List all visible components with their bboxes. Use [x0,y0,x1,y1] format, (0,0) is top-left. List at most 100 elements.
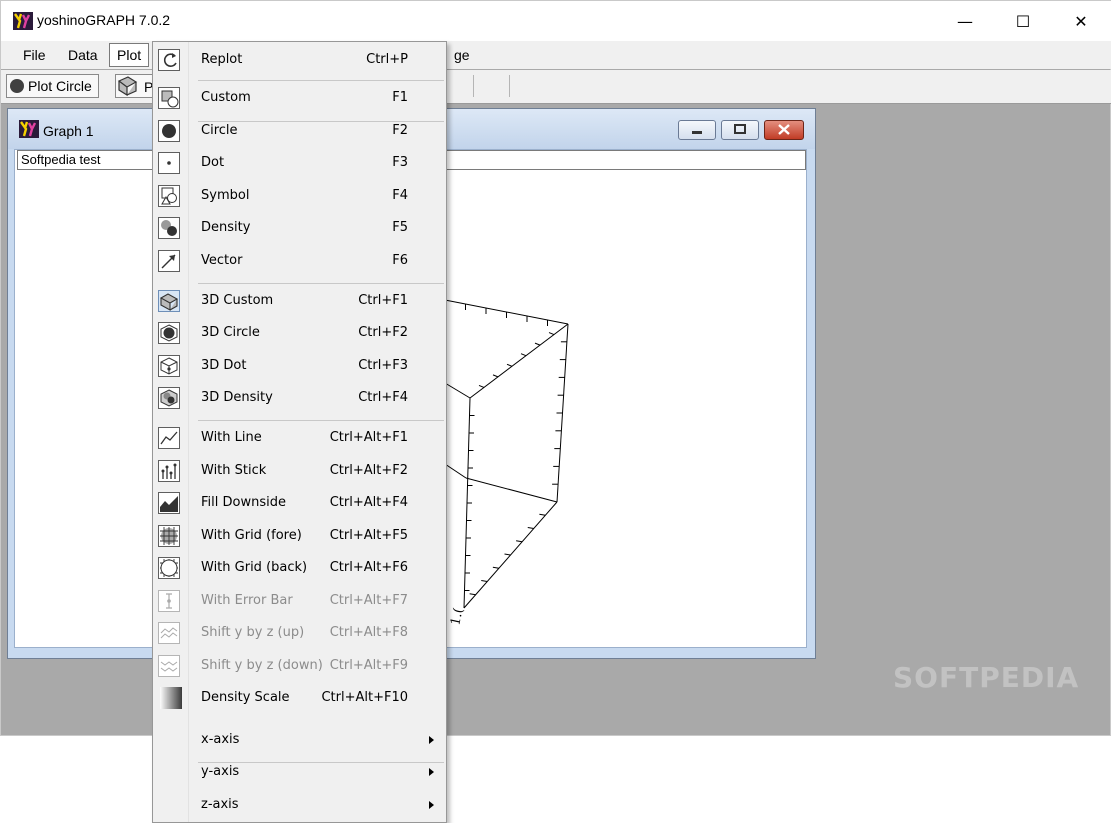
circle-icon [10,79,24,93]
minimize-icon [692,131,702,134]
menu-item-shortcut: Ctrl+F4 [358,390,408,405]
menu-item-density[interactable]: Density F5 [153,212,446,244]
minimize-icon: — [957,11,973,31]
close-icon: ✕ [1074,11,1088,31]
menu-item-label: x-axis [201,732,240,747]
menu-data[interactable]: Data [61,44,105,66]
plot-circle-label: Plot Circle [28,78,92,94]
menu-item-shortcut: Ctrl+Alt+F9 [329,658,408,673]
symbol-plot-icon [158,185,180,207]
with-stick-icon [158,460,180,482]
menu-item-label: Circle [201,123,238,138]
axis-tick [469,593,476,596]
menu-item-3d-custom[interactable]: 3D Custom Ctrl+F1 [153,285,446,317]
menu-separator [198,762,444,763]
menu-item-3d-circle[interactable]: 3D Circle Ctrl+F2 [153,317,446,349]
plot-menu: Replot Ctrl+P Custom F1 Circle F2 Dot F3 Symbol F… [152,41,447,823]
graph-close-button[interactable] [764,120,804,140]
menu-item-density-scale[interactable]: Density Scale Ctrl+Alt+F10 [153,682,446,714]
menu-item-custom[interactable]: Custom F1 [153,82,446,114]
maximize-button[interactable]: ☐ [994,1,1052,41]
3d-custom-icon [158,290,180,312]
axis-tick [492,566,499,569]
menu-item-label: With Stick [201,463,267,478]
menu-item-shortcut: Ctrl+Alt+F7 [329,593,408,608]
menu-item-with-line[interactable]: With Line Ctrl+Alt+F1 [153,422,446,454]
graph-minimize-button[interactable] [678,120,716,140]
graph-logo-icon [19,120,39,138]
menu-item-label: With Line [201,430,262,445]
menu-item-label: 3D Density [201,390,273,405]
menu-plot[interactable]: Plot [109,43,150,67]
minimize-button[interactable]: — [936,1,994,41]
menu-item-z-axis[interactable]: z-axis [153,789,446,821]
replot-icon [158,49,180,71]
menu-item-label: With Error Bar [201,593,293,608]
menu-item-shortcut: Ctrl+Alt+F6 [329,560,408,575]
axis-tick [520,353,527,357]
axis-tick [481,580,488,582]
menu-item-label: y-axis [201,764,240,779]
close-button[interactable]: ✕ [1052,1,1110,41]
shift-up-icon [158,622,180,644]
menu-item-circle[interactable]: Circle F2 [153,115,446,147]
close-icon [778,124,790,135]
grid-fore-icon [158,525,180,547]
menu-item-vector[interactable]: Vector F6 [153,245,446,277]
menu-item-shortcut: Ctrl+Alt+F8 [329,625,408,640]
menu-file[interactable]: File [16,44,53,66]
menu-item-y-axis[interactable]: y-axis [153,756,446,788]
plot-circle-button[interactable]: Plot Circle [6,74,99,98]
axis-tick [478,384,485,388]
circle-plot-icon [158,120,180,142]
menu-item-symbol[interactable]: Symbol F4 [153,180,446,212]
menu-item-label: Symbol [201,188,250,203]
graph-title: Graph 1 [43,123,94,139]
axis-tick [506,363,513,367]
menu-partial-item[interactable]: ge [447,44,477,66]
menu-item-shortcut: Ctrl+Alt+F5 [329,528,408,543]
menu-item-with-grid-back[interactable]: With Grid (back) Ctrl+Alt+F6 [153,552,446,584]
axis-tick-label: 1.( [448,607,466,627]
dot-plot-icon [158,152,180,174]
submenu-arrow-icon [429,768,434,776]
menu-item-x-axis[interactable]: x-axis [153,724,446,756]
density-scale-icon [160,687,182,709]
menu-item-label: Fill Downside [201,495,286,510]
fill-downside-icon [158,492,180,514]
menu-item-shift-y-by-z-down: Shift y by z (down) Ctrl+Alt+F9 [153,650,446,682]
menu-item-label: Shift y by z (down) [201,658,323,673]
toolbar-separator [509,75,510,97]
menu-item-shortcut: Ctrl+Alt+F2 [329,463,408,478]
menu-item-fill-downside[interactable]: Fill Downside Ctrl+Alt+F4 [153,487,446,519]
menu-item-with-stick[interactable]: With Stick Ctrl+Alt+F2 [153,455,446,487]
density-plot-icon [158,217,180,239]
menu-item-label: Dot [201,155,225,170]
menu-item-shortcut: Ctrl+F3 [358,358,408,373]
menu-item-replot[interactable]: Replot Ctrl+P [153,44,446,76]
menu-item-label: z-axis [201,797,239,812]
menu-item-label: Vector [201,253,243,268]
menu-item-label: Shift y by z (up) [201,625,305,640]
menu-item-with-error-bar: With Error Bar Ctrl+Alt+F7 [153,585,446,617]
menu-item-3d-density[interactable]: 3D Density Ctrl+F4 [153,382,446,414]
menu-item-3d-dot[interactable]: 3D Dot Ctrl+F3 [153,350,446,382]
menu-item-label: With Grid (back) [201,560,308,575]
axis-tick [516,540,523,543]
menu-item-dot[interactable]: Dot F3 [153,147,446,179]
softpedia-watermark: SOFTPEDIA [893,661,1080,694]
menu-item-shortcut: Ctrl+P [366,52,408,67]
menu-item-with-grid-fore[interactable]: With Grid (fore) Ctrl+Alt+F5 [153,520,446,552]
window-title: yoshinoGRAPH 7.0.2 [37,12,171,28]
menu-item-label: 3D Circle [201,325,260,340]
axis-tick [548,332,555,336]
axis-tick [504,553,511,556]
plot-3d-button[interactable]: P [115,74,155,98]
with-line-icon [158,427,180,449]
title-bar: yoshinoGRAPH 7.0.2 — ☐ ✕ [1,1,1111,41]
menu-item-label: Replot [201,52,243,67]
submenu-arrow-icon [429,801,434,809]
menu-item-shortcut: F4 [392,188,408,203]
graph-maximize-button[interactable] [721,120,759,140]
shift-down-icon [158,655,180,677]
